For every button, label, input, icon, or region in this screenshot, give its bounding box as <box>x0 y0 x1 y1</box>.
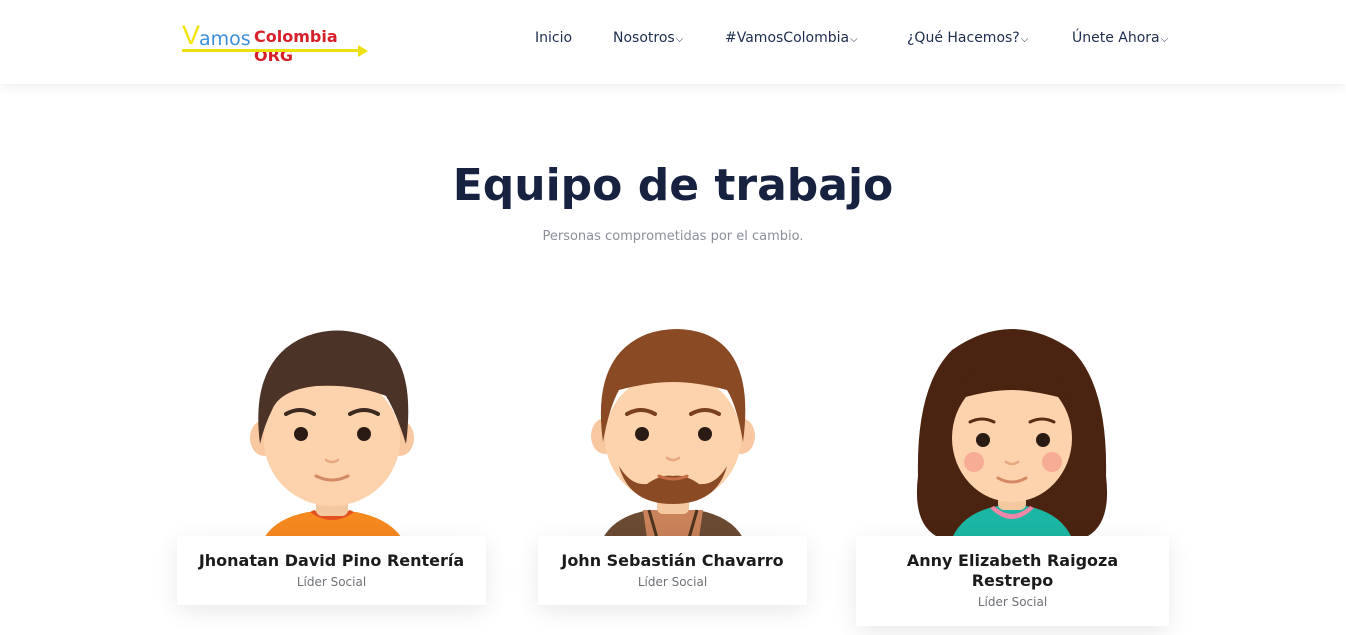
nav-item-vamoscolombia[interactable]: #VamosColombia⌵ <box>725 30 858 46</box>
nav-item-label: ¿Qué Hacemos? <box>907 30 1020 46</box>
nav-item-inicio[interactable]: Inicio <box>535 30 572 46</box>
nav-item-label: #VamosColombia <box>725 30 850 46</box>
nav-item-nosotros[interactable]: Nosotros⌵ <box>613 30 683 46</box>
section-title: Equipo de trabajo <box>452 160 894 211</box>
chevron-down-icon: ⌵ <box>675 34 684 45</box>
logo-arrow-line <box>182 49 362 52</box>
boy-avatar <box>250 330 414 538</box>
girl-avatar <box>916 329 1108 538</box>
logo-word-amos: amos <box>199 28 251 50</box>
team-card: Anny Elizabeth Raigoza Restrepo Líder So… <box>856 536 1169 626</box>
logo-arrow-icon <box>358 45 368 57</box>
team-member-name: John Sebastián Chavarro <box>561 551 784 570</box>
site-header: V amos Colombia ORG Inicio Nosotros⌵ #Va… <box>0 0 1346 84</box>
logo-letter-v: V <box>182 20 200 50</box>
logo-word-colombia-org: Colombia ORG <box>254 27 338 65</box>
team-card: Jhonatan David Pino Rentería Líder Socia… <box>177 536 486 605</box>
site-logo[interactable]: V amos Colombia ORG <box>180 20 372 65</box>
team-member-name: Anny Elizabeth Raigoza Restrepo <box>906 551 1119 590</box>
team-member-role: Líder Social <box>977 595 1048 609</box>
nav-item-label: Nosotros <box>613 30 675 46</box>
nav-item-label: Inicio <box>535 30 573 46</box>
chevron-down-icon: ⌵ <box>850 34 858 45</box>
bearded-man-avatar <box>591 329 755 538</box>
nav-item-label: Únete Ahora <box>1072 30 1160 46</box>
chevron-down-icon: ⌵ <box>1020 34 1029 45</box>
team-member-name: Jhonatan David Pino Rentería <box>198 551 465 570</box>
team-member-role: Líder Social <box>637 575 708 589</box>
nav-item-que-hacemos[interactable]: ¿Qué Hacemos?⌵ <box>907 30 1028 46</box>
team-member-role: Líder Social <box>296 575 367 589</box>
section-subtitle: Personas comprometidas por el cambio. <box>542 229 804 244</box>
nav-item-unete-ahora[interactable]: Únete Ahora⌵ <box>1072 30 1168 46</box>
chevron-down-icon: ⌵ <box>1160 34 1169 45</box>
team-card: John Sebastián Chavarro Líder Social <box>538 536 807 605</box>
